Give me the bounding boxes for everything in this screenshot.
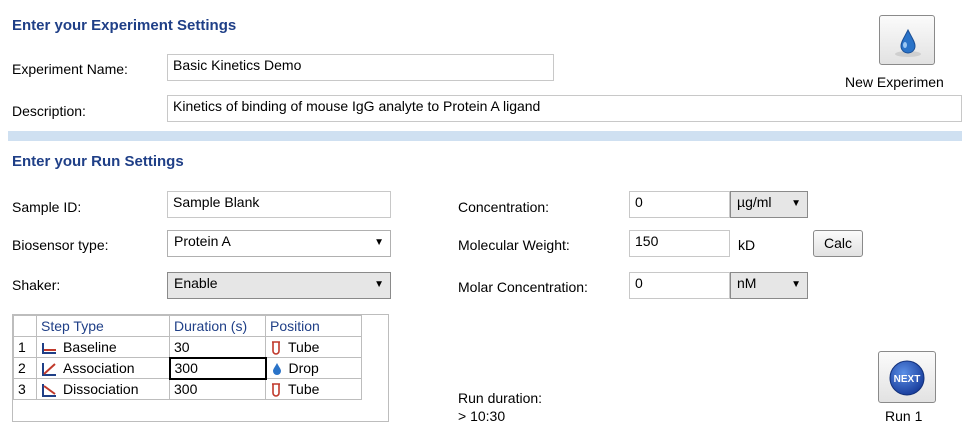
next-icon-label: NEXT bbox=[894, 374, 921, 385]
step-type-label: Baseline bbox=[63, 338, 117, 355]
row-index: 2 bbox=[13, 357, 37, 379]
sample-id-label: Sample ID: bbox=[12, 199, 82, 215]
shaker-label: Shaker: bbox=[12, 277, 61, 293]
column-header-position[interactable]: Position bbox=[265, 315, 362, 337]
position-cell[interactable]: Tube bbox=[265, 336, 362, 358]
steps-table: Step Type Duration (s) Position 1 Baseli… bbox=[13, 315, 362, 400]
duration-cell[interactable]: 300 bbox=[169, 378, 266, 400]
experiment-name-input[interactable]: Basic Kinetics Demo bbox=[167, 54, 554, 81]
steps-table-container: Step Type Duration (s) Position 1 Baseli… bbox=[12, 314, 389, 422]
drop-icon bbox=[895, 28, 921, 57]
next-run-button[interactable]: NEXT bbox=[878, 351, 936, 403]
sample-id-input[interactable]: Sample Blank bbox=[167, 191, 391, 218]
shaker-select[interactable]: Enable ▼ bbox=[167, 272, 391, 299]
chevron-down-icon: ▼ bbox=[791, 279, 801, 290]
run-section-title: Enter your Run Settings bbox=[12, 153, 184, 170]
step-type-label: Association bbox=[63, 359, 135, 376]
molecular-weight-input[interactable]: 150 bbox=[629, 230, 730, 257]
molar-concentration-label: Molar Concentration: bbox=[458, 279, 588, 295]
new-experiment-label: New Experimen bbox=[845, 74, 944, 90]
table-row[interactable]: 3 Dissociation 300 Tube bbox=[13, 378, 362, 400]
position-cell[interactable]: Drop bbox=[265, 357, 362, 379]
concentration-unit-select[interactable]: µg/ml ▼ bbox=[730, 191, 808, 218]
new-experiment-button[interactable] bbox=[879, 15, 935, 65]
biosensor-value: Protein A bbox=[174, 233, 231, 249]
step-type-cell[interactable]: Baseline bbox=[36, 336, 170, 358]
molecular-weight-label: Molecular Weight: bbox=[458, 237, 570, 253]
position-cell[interactable]: Tube bbox=[265, 378, 362, 400]
run-duration-label: Run duration: bbox=[458, 390, 543, 406]
baseline-icon bbox=[42, 343, 56, 355]
position-label: Tube bbox=[288, 380, 320, 397]
tube-icon bbox=[272, 341, 280, 355]
description-label: Description: bbox=[12, 103, 86, 119]
row-index: 1 bbox=[13, 336, 37, 358]
position-label: Drop bbox=[288, 359, 319, 376]
table-row[interactable]: 1 Baseline 30 Tube bbox=[13, 336, 362, 358]
position-label: Tube bbox=[288, 338, 320, 355]
row-index: 3 bbox=[13, 378, 37, 400]
molar-concentration-input[interactable]: 0 bbox=[629, 272, 730, 299]
concentration-unit-value: µg/ml bbox=[737, 194, 772, 210]
experiment-name-label: Experiment Name: bbox=[12, 61, 128, 77]
concentration-label: Concentration: bbox=[458, 199, 550, 215]
step-type-cell[interactable]: Association bbox=[36, 357, 170, 379]
molecular-weight-unit: kD bbox=[738, 237, 756, 253]
column-header-duration[interactable]: Duration (s) bbox=[169, 315, 266, 337]
biosensor-label: Biosensor type: bbox=[12, 237, 109, 253]
row-index-header bbox=[13, 315, 37, 337]
calc-button[interactable]: Calc bbox=[813, 230, 863, 257]
association-icon bbox=[42, 363, 56, 377]
chevron-down-icon: ▼ bbox=[374, 279, 384, 290]
section-divider bbox=[8, 131, 962, 141]
step-type-label: Dissociation bbox=[63, 380, 139, 397]
description-input[interactable]: Kinetics of binding of mouse IgG analyte… bbox=[167, 95, 962, 122]
next-icon: NEXT bbox=[889, 360, 925, 396]
duration-cell[interactable]: 30 bbox=[169, 336, 266, 358]
chevron-down-icon: ▼ bbox=[374, 237, 384, 248]
run-number-label: Run 1 bbox=[885, 408, 923, 424]
step-type-cell[interactable]: Dissociation bbox=[36, 378, 170, 400]
shaker-value: Enable bbox=[174, 275, 218, 291]
concentration-input[interactable]: 0 bbox=[629, 191, 730, 218]
molar-unit-select[interactable]: nM ▼ bbox=[730, 272, 808, 299]
chevron-down-icon: ▼ bbox=[791, 198, 801, 209]
table-row[interactable]: 2 Association 300 Drop bbox=[13, 356, 362, 380]
dissociation-icon bbox=[42, 384, 56, 398]
tube-icon bbox=[272, 383, 280, 397]
drop-icon bbox=[272, 363, 281, 376]
column-header-step-type[interactable]: Step Type bbox=[36, 315, 170, 337]
experiment-section-title: Enter your Experiment Settings bbox=[12, 17, 237, 34]
duration-cell[interactable]: 300 bbox=[168, 356, 267, 380]
molar-unit-value: nM bbox=[737, 275, 757, 291]
biosensor-select[interactable]: Protein A ▼ bbox=[167, 230, 391, 257]
run-duration-value: > 10:30 bbox=[458, 408, 506, 424]
